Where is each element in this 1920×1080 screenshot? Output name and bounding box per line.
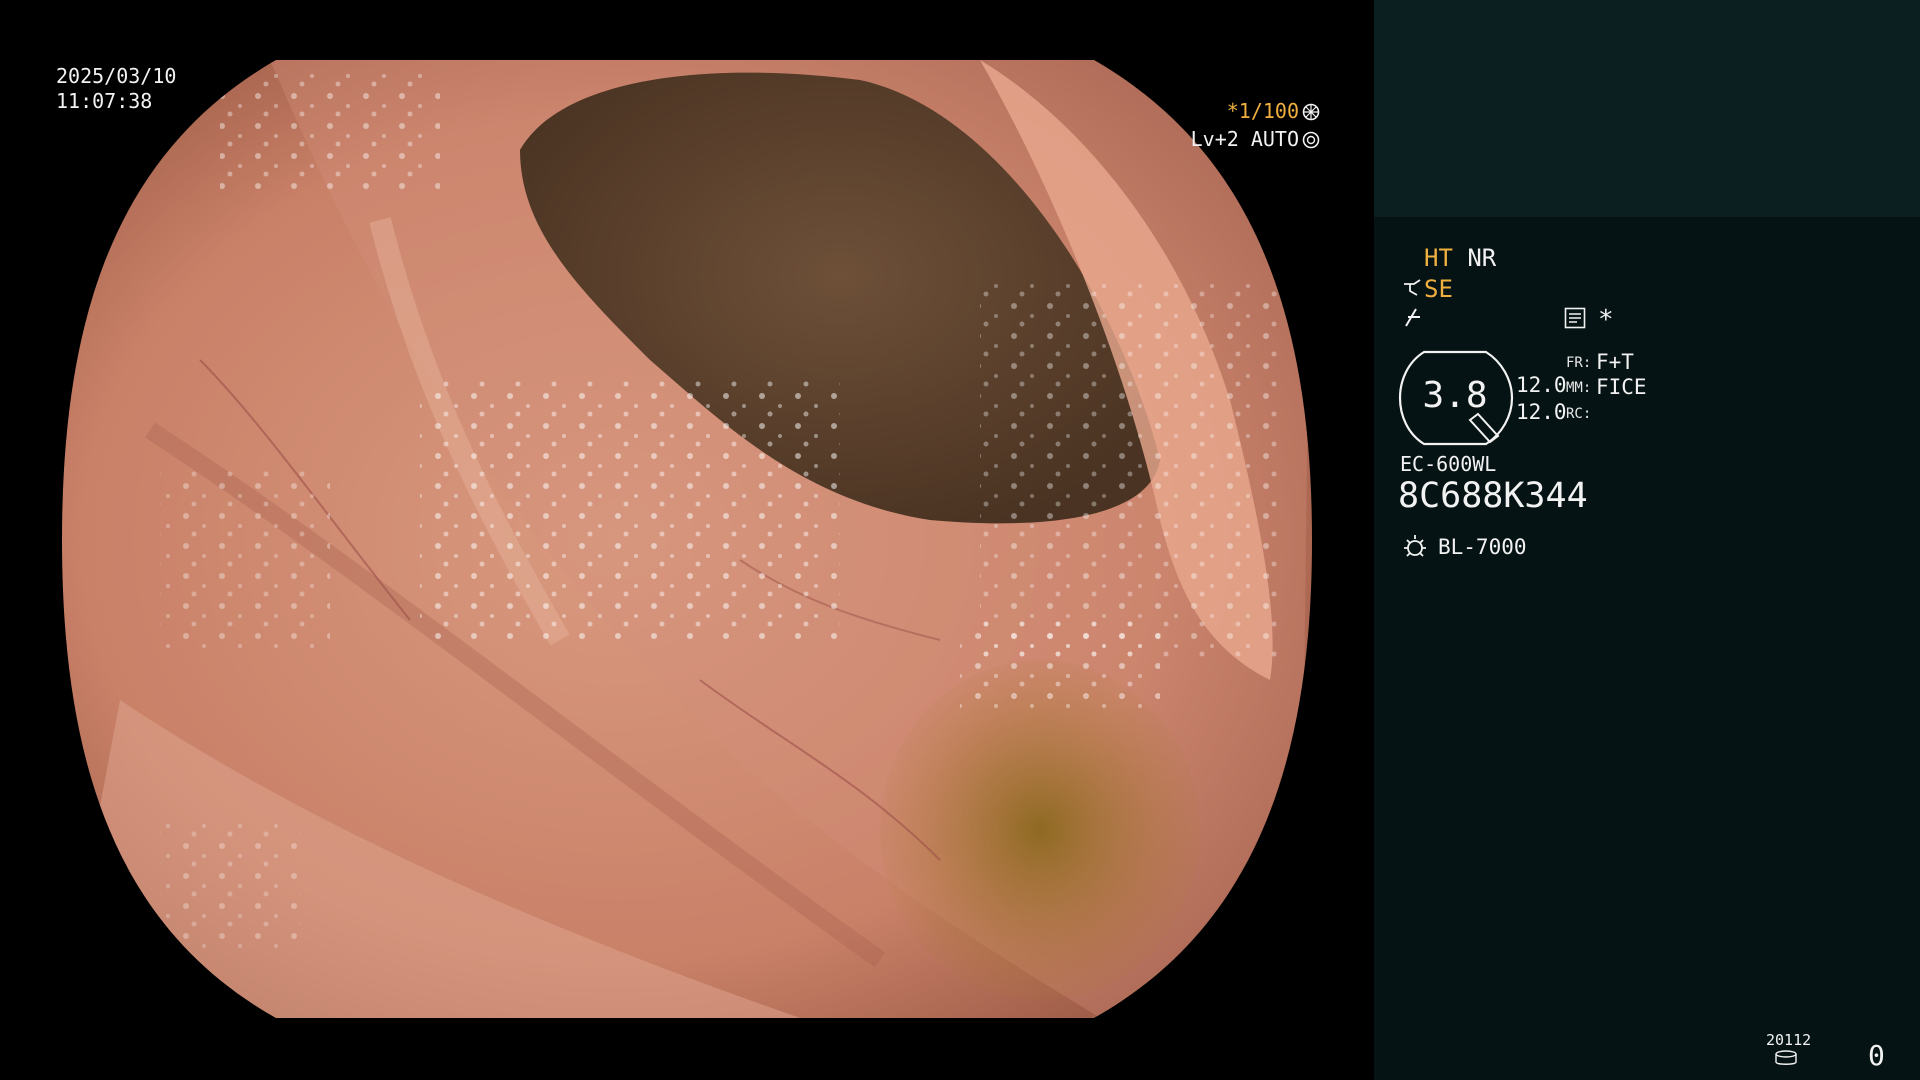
se-indicator: SE	[1424, 275, 1453, 303]
date-text: 2025/03/10	[56, 64, 177, 88]
media-icon	[1775, 1050, 1797, 1065]
endoscope-video-area: 2025/03/10 11:07:38 *1/100 Lv+2 AUTO	[0, 0, 1372, 1080]
star-icon: *	[1598, 305, 1614, 335]
rc-label: RC:	[1566, 406, 1592, 422]
ht-indicator: HT	[1424, 244, 1453, 272]
structure-row	[1402, 306, 1424, 336]
scope-tip-icon	[1404, 279, 1421, 296]
shutter-readout: *1/100	[1227, 99, 1320, 123]
time-text: 11:07:38	[56, 89, 153, 113]
scope-model: EC-600WL	[1400, 452, 1497, 476]
info-panel-header	[1374, 0, 1920, 217]
info-panel: HT NR SE * 3.8 12.0 12.0 FR: F+T MM: FIC…	[1374, 0, 1920, 1080]
fr-value: F+T	[1596, 350, 1634, 374]
nr-indicator: NR	[1467, 244, 1497, 272]
se-row: SE	[1402, 275, 1453, 303]
endoscopic-image	[62, 60, 1312, 1018]
mm-value: FICE	[1596, 375, 1647, 399]
date-time-readout: 2025/03/10 11:07:38	[56, 64, 176, 114]
iris-readout: Lv+2 AUTO	[1191, 127, 1320, 151]
ht-nr-row: HT NR	[1424, 244, 1496, 272]
mm-label: MM:	[1566, 380, 1592, 396]
structure-icon	[1405, 308, 1420, 327]
value-1: 12.0	[1516, 373, 1567, 397]
zoom-value: 3.8	[1422, 375, 1488, 416]
scope-serial: 8C688K344	[1398, 476, 1588, 516]
light-source-icon	[1404, 535, 1426, 557]
memo-icon	[1564, 307, 1586, 329]
shutter-speed-text: *1/100	[1226, 99, 1299, 123]
light-source-model: BL-7000	[1438, 535, 1527, 559]
media-id: 20112	[1766, 1031, 1812, 1049]
media-count: 0	[1868, 1039, 1885, 1072]
fr-label: FR:	[1566, 355, 1592, 371]
value-2: 12.0	[1516, 400, 1567, 424]
iris-mode-text: Lv+2 AUTO	[1190, 127, 1299, 151]
shutter-icon	[1302, 103, 1320, 121]
iris-icon	[1302, 131, 1320, 149]
